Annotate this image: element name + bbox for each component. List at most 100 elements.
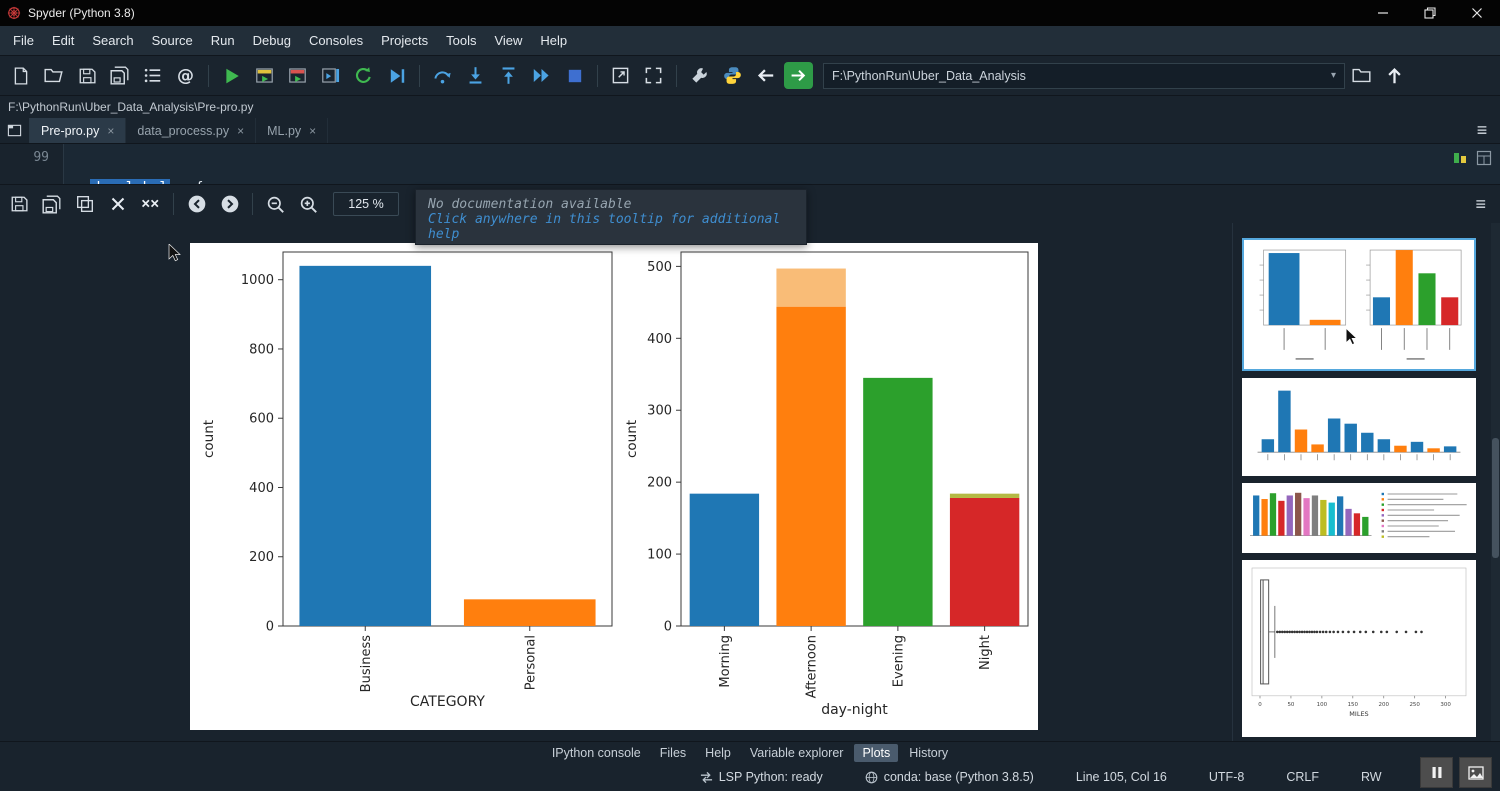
menu-edit[interactable]: Edit xyxy=(43,29,83,52)
tab-pre-pro[interactable]: Pre-pro.py × xyxy=(30,118,126,143)
tab-history[interactable]: History xyxy=(901,744,956,762)
find-symbols-icon[interactable]: @ xyxy=(169,61,202,91)
tab-ipython-console[interactable]: IPython console xyxy=(544,744,649,762)
back-icon[interactable] xyxy=(749,61,782,91)
menu-consoles[interactable]: Consoles xyxy=(300,29,372,52)
editor-panel-icon[interactable] xyxy=(1476,150,1492,171)
menu-file[interactable]: File xyxy=(4,29,43,52)
rerun-file-icon[interactable] xyxy=(347,61,380,91)
tab-data-process[interactable]: data_process.py × xyxy=(126,118,256,143)
plots-figure: 02004006008001000BusinessPersonalcountCA… xyxy=(190,243,1038,730)
debug-stop-icon[interactable] xyxy=(558,61,591,91)
rerun-cell-icon[interactable] xyxy=(314,61,347,91)
menu-tools[interactable]: Tools xyxy=(437,29,485,52)
save-plot-icon[interactable] xyxy=(2,189,35,219)
browse-directory-icon[interactable] xyxy=(1345,61,1378,91)
run-cell-advance-icon[interactable] xyxy=(281,61,314,91)
conda-status: conda: base (Python 3.8.5) xyxy=(865,770,1034,784)
tab-ml[interactable]: ML.py × xyxy=(256,118,328,143)
scrollbar-handle[interactable] xyxy=(1492,438,1499,558)
copy-plot-icon[interactable] xyxy=(68,189,101,219)
debug-step-out-icon[interactable] xyxy=(492,61,525,91)
plot-thumbnail-1[interactable] xyxy=(1242,238,1476,371)
pause-button[interactable] xyxy=(1420,757,1453,788)
tooltip-line-1: No documentation available xyxy=(428,197,794,212)
close-all-plots-icon[interactable] xyxy=(134,189,167,219)
plots-body: 02004006008001000BusinessPersonalcountCA… xyxy=(0,223,1500,741)
run-cell-icon[interactable] xyxy=(248,61,281,91)
close-button[interactable] xyxy=(1453,0,1500,26)
svg-text:Afternoon: Afternoon xyxy=(805,635,820,698)
new-file-icon[interactable] xyxy=(4,61,37,91)
menu-debug[interactable]: Debug xyxy=(244,29,300,52)
code-editor[interactable]: 99 day_label = { 0:'MON', 1:'TUE', 2:'WE… xyxy=(0,144,1500,184)
lsp-status-text: LSP Python: ready xyxy=(719,770,823,784)
tab-files[interactable]: Files xyxy=(652,744,694,762)
close-plot-icon[interactable] xyxy=(101,189,134,219)
zoom-level-field[interactable]: 125 % xyxy=(333,192,399,216)
zoom-out-icon[interactable] xyxy=(259,189,292,219)
save-icon[interactable] xyxy=(70,61,103,91)
menu-search[interactable]: Search xyxy=(83,29,142,52)
minimize-button[interactable] xyxy=(1359,0,1406,26)
window-controls xyxy=(1359,0,1500,26)
tab-variable-explorer[interactable]: Variable explorer xyxy=(742,744,852,762)
next-plot-icon[interactable] xyxy=(213,189,246,219)
title-bar: Spyder (Python 3.8) xyxy=(0,0,1500,26)
previous-plot-icon[interactable] xyxy=(180,189,213,219)
forward-icon[interactable] xyxy=(784,62,813,89)
menu-projects[interactable]: Projects xyxy=(372,29,437,52)
browse-tabs-icon[interactable] xyxy=(0,118,30,143)
run-file-icon[interactable] xyxy=(215,61,248,91)
toolbar-separator xyxy=(419,65,420,87)
parent-directory-icon[interactable] xyxy=(1378,61,1411,91)
editor-corner-icons xyxy=(1453,150,1492,171)
working-directory-caret-icon[interactable]: ▾ xyxy=(1323,70,1344,81)
working-directory-input[interactable] xyxy=(824,69,1323,83)
svg-text:300: 300 xyxy=(1440,702,1451,708)
status-bar: LSP Python: ready conda: base (Python 3.… xyxy=(0,763,1500,791)
lsp-icon xyxy=(700,771,713,784)
maximize-pane-icon[interactable] xyxy=(604,61,637,91)
save-all-plots-icon[interactable] xyxy=(35,189,68,219)
plot-thumbnails-panel: 050100150200250300MILES xyxy=(1242,223,1476,741)
toolbar-separator xyxy=(676,65,677,87)
plot-thumbnail-4[interactable]: 050100150200250300MILES xyxy=(1242,560,1476,737)
tab-plots[interactable]: Plots xyxy=(854,744,898,762)
debug-continue-icon[interactable] xyxy=(525,61,558,91)
plots-options-menu-icon[interactable]: ≡ xyxy=(1475,194,1486,215)
conda-env-icon xyxy=(865,771,878,784)
open-file-icon[interactable] xyxy=(37,61,70,91)
save-all-icon[interactable] xyxy=(103,61,136,91)
close-tab-icon[interactable]: × xyxy=(237,124,244,138)
svg-text:Evening: Evening xyxy=(891,635,906,687)
tab-help[interactable]: Help xyxy=(697,744,739,762)
fullscreen-icon[interactable] xyxy=(637,61,670,91)
menu-view[interactable]: View xyxy=(485,29,531,52)
svg-text:600: 600 xyxy=(249,412,274,427)
editor-options-menu-icon[interactable]: ≡ xyxy=(1464,118,1500,143)
menu-help[interactable]: Help xyxy=(531,29,576,52)
plot-thumbnail-2[interactable] xyxy=(1242,378,1476,476)
preferences-wrench-icon[interactable] xyxy=(683,61,716,91)
svg-text:0: 0 xyxy=(664,620,672,635)
menu-run[interactable]: Run xyxy=(202,29,244,52)
menu-source[interactable]: Source xyxy=(143,29,202,52)
documentation-tooltip[interactable]: No documentation available Click anywher… xyxy=(415,189,807,245)
svg-text:0: 0 xyxy=(266,620,274,635)
debug-step-over-icon[interactable] xyxy=(426,61,459,91)
plot-thumbnail-3[interactable] xyxy=(1242,483,1476,553)
code-area[interactable]: day_label = { 0:'MON', 1:'TUE', 2:'WED',… xyxy=(64,144,643,184)
close-tab-icon[interactable]: × xyxy=(107,124,114,138)
file-switcher-icon[interactable] xyxy=(136,61,169,91)
zoom-in-icon[interactable] xyxy=(292,189,325,219)
debug-file-icon[interactable] xyxy=(380,61,413,91)
close-tab-icon[interactable]: × xyxy=(309,124,316,138)
thumbnails-scrollbar[interactable] xyxy=(1491,223,1500,741)
screenshot-button[interactable] xyxy=(1459,757,1492,788)
restore-button[interactable] xyxy=(1406,0,1453,26)
debug-step-into-icon[interactable] xyxy=(459,61,492,91)
svg-text:200: 200 xyxy=(647,476,672,491)
svg-text:150: 150 xyxy=(1348,702,1359,708)
python-path-icon[interactable] xyxy=(716,61,749,91)
